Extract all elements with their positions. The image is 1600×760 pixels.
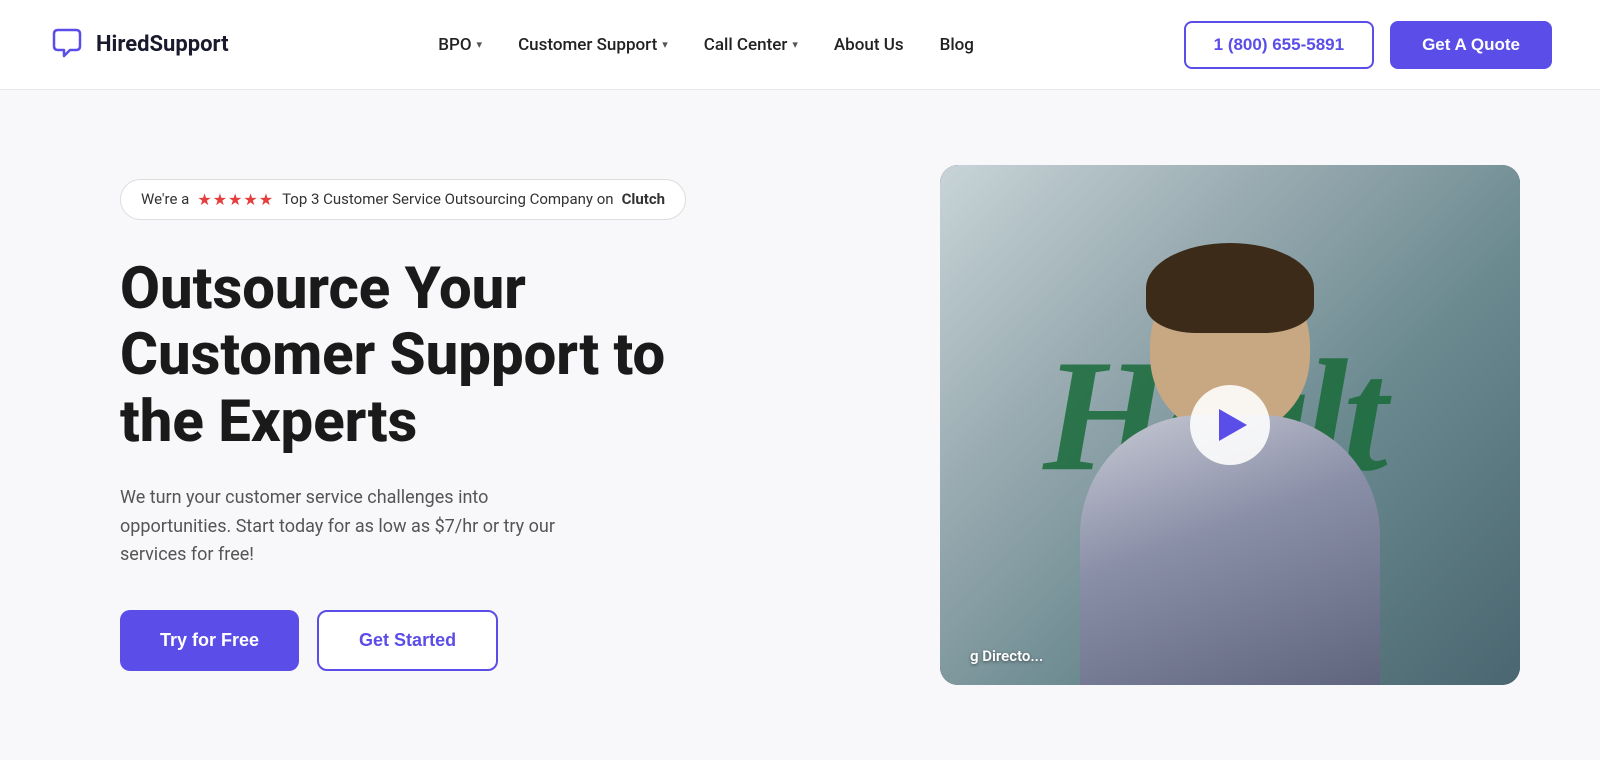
nav-menu: BPO ▾ Customer Support ▾ Call Center ▾ A… bbox=[438, 35, 974, 55]
try-free-button[interactable]: Try for Free bbox=[120, 610, 299, 671]
nav-about-us[interactable]: About Us bbox=[834, 35, 904, 55]
play-button[interactable] bbox=[1190, 385, 1270, 465]
nav-bpo-chevron: ▾ bbox=[477, 38, 483, 51]
badge-stars: ★★★★★ bbox=[197, 190, 274, 209]
hero-subtitle: We turn your customer service challenges… bbox=[120, 484, 600, 570]
nav-actions: 1 (800) 655-5891 Get A Quote bbox=[1184, 21, 1552, 69]
hero-title-line1: Outsource Your bbox=[120, 255, 526, 323]
badge-suffix: Top 3 Customer Service Outsourcing Compa… bbox=[282, 190, 614, 208]
phone-button[interactable]: 1 (800) 655-5891 bbox=[1184, 21, 1374, 69]
hero-content: We're a ★★★★★ Top 3 Customer Service Out… bbox=[120, 179, 940, 671]
brand-name: HiredSupport bbox=[96, 32, 229, 57]
get-quote-button[interactable]: Get A Quote bbox=[1390, 21, 1552, 69]
hero-video[interactable]: Healt g Directo... bbox=[940, 165, 1520, 685]
clutch-badge: We're a ★★★★★ Top 3 Customer Service Out… bbox=[120, 179, 686, 220]
play-icon bbox=[1219, 409, 1247, 441]
badge-prefix: We're a bbox=[141, 190, 189, 208]
nav-call-center-label: Call Center bbox=[704, 35, 788, 55]
person-hair bbox=[1146, 243, 1314, 333]
nav-blog-label: Blog bbox=[940, 35, 974, 55]
nav-blog[interactable]: Blog bbox=[940, 35, 974, 55]
logo[interactable]: HiredSupport bbox=[48, 24, 229, 66]
hero-title-line2: Customer Support to bbox=[120, 321, 665, 389]
video-caption: g Directo... bbox=[970, 647, 1043, 665]
hero-cta-group: Try for Free Get Started bbox=[120, 610, 880, 671]
hero-section: We're a ★★★★★ Top 3 Customer Service Out… bbox=[0, 90, 1600, 760]
nav-bpo-label: BPO bbox=[438, 35, 471, 55]
nav-customer-support-chevron: ▾ bbox=[662, 38, 668, 51]
video-background: Healt g Directo... bbox=[940, 165, 1520, 685]
get-started-button[interactable]: Get Started bbox=[317, 610, 498, 671]
nav-about-us-label: About Us bbox=[834, 35, 904, 55]
hero-title-line3: the Experts bbox=[120, 388, 417, 456]
nav-call-center[interactable]: Call Center ▾ bbox=[704, 35, 798, 55]
badge-clutch: Clutch bbox=[622, 190, 665, 208]
hero-title: Outsource Your Customer Support to the E… bbox=[120, 256, 880, 456]
nav-call-center-chevron: ▾ bbox=[792, 38, 798, 51]
nav-customer-support-label: Customer Support bbox=[518, 35, 657, 55]
nav-customer-support[interactable]: Customer Support ▾ bbox=[518, 35, 668, 55]
navbar: HiredSupport BPO ▾ Customer Support ▾ Ca… bbox=[0, 0, 1600, 90]
logo-icon bbox=[48, 24, 86, 66]
nav-bpo[interactable]: BPO ▾ bbox=[438, 35, 482, 55]
